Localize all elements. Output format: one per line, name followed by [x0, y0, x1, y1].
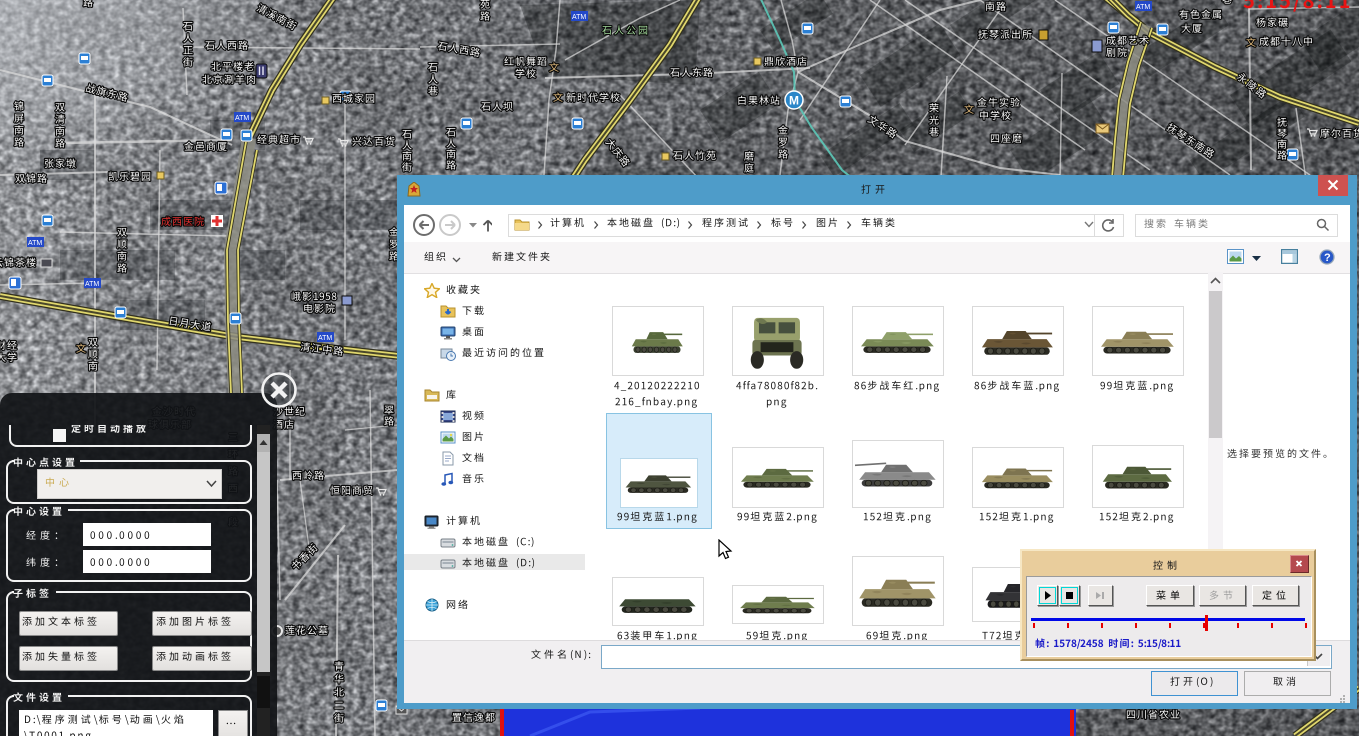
svg-text:ATM: ATM [235, 115, 249, 122]
svg-text:ATM: ATM [572, 14, 586, 21]
svg-text:M: M [789, 94, 799, 108]
svg-text:ATM: ATM [1136, 4, 1150, 11]
svg-text:ATM: ATM [28, 240, 42, 247]
svg-text:?: ? [1324, 252, 1331, 264]
svg-text:ATM: ATM [318, 335, 332, 342]
svg-text:ATM: ATM [85, 281, 99, 288]
